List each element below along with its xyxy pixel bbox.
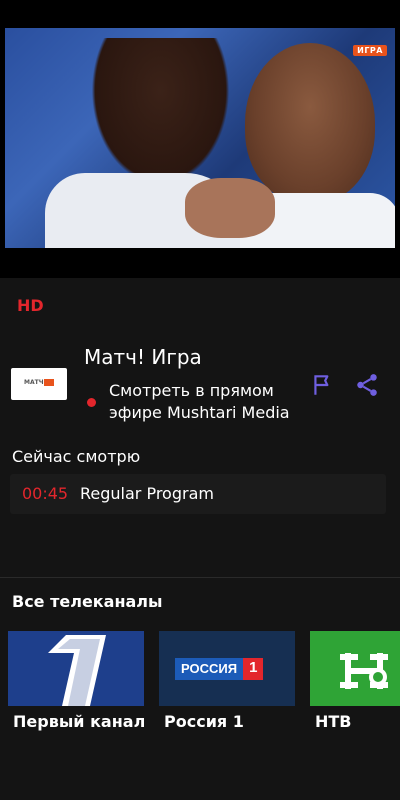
- channel-logo: МАТЧ: [11, 368, 67, 400]
- channel-name: Россия 1: [164, 712, 244, 731]
- program-title: Regular Program: [80, 484, 214, 503]
- status-bar: [0, 0, 400, 28]
- channel-tile-perviy[interactable]: Первый канал: [8, 631, 146, 731]
- program-time: 00:45: [22, 484, 69, 503]
- ntv-logo-icon: [340, 653, 388, 689]
- video-player[interactable]: ИГРА: [0, 28, 400, 278]
- channel-logo-text: МАТЧ: [24, 379, 44, 386]
- channel-thumbnail: [310, 631, 400, 706]
- video-figure: [185, 178, 275, 238]
- divider: [0, 577, 400, 578]
- program-row[interactable]: 00:45 Regular Program: [10, 474, 386, 514]
- video-figure: [245, 43, 375, 203]
- rossiya-logo: РОССИЯ 1: [175, 658, 264, 680]
- channel-thumbnail: [8, 631, 144, 706]
- channel-name: НТВ: [315, 712, 352, 731]
- channel-watermark: ИГРА: [353, 45, 387, 56]
- now-watching-heading: Сейчас смотрю: [12, 447, 141, 466]
- video-frame[interactable]: ИГРА: [5, 28, 395, 248]
- share-button[interactable]: [354, 372, 380, 398]
- channel-thumbnail: РОССИЯ 1: [159, 631, 295, 706]
- flag-button[interactable]: [310, 372, 336, 398]
- flag-icon: [314, 375, 329, 395]
- rossiya-logo-number: 1: [243, 658, 264, 680]
- all-channels-heading: Все телеканалы: [12, 592, 163, 611]
- channel-tile-ntv[interactable]: НТВ: [310, 631, 400, 731]
- live-description: Смотреть в прямом эфире Mushtari Media: [109, 381, 290, 422]
- hd-badge: HD: [17, 296, 44, 315]
- channel-name: Первый канал: [13, 712, 146, 731]
- channel-title: Матч! Игра: [84, 345, 202, 369]
- channel-logo-tag: [44, 379, 54, 386]
- channel-tile-rossiya[interactable]: РОССИЯ 1 Россия 1: [159, 631, 295, 731]
- rossiya-logo-word: РОССИЯ: [175, 658, 244, 680]
- perviy-logo-icon: [48, 635, 106, 706]
- share-icon: [357, 374, 377, 396]
- live-indicator: [87, 398, 96, 407]
